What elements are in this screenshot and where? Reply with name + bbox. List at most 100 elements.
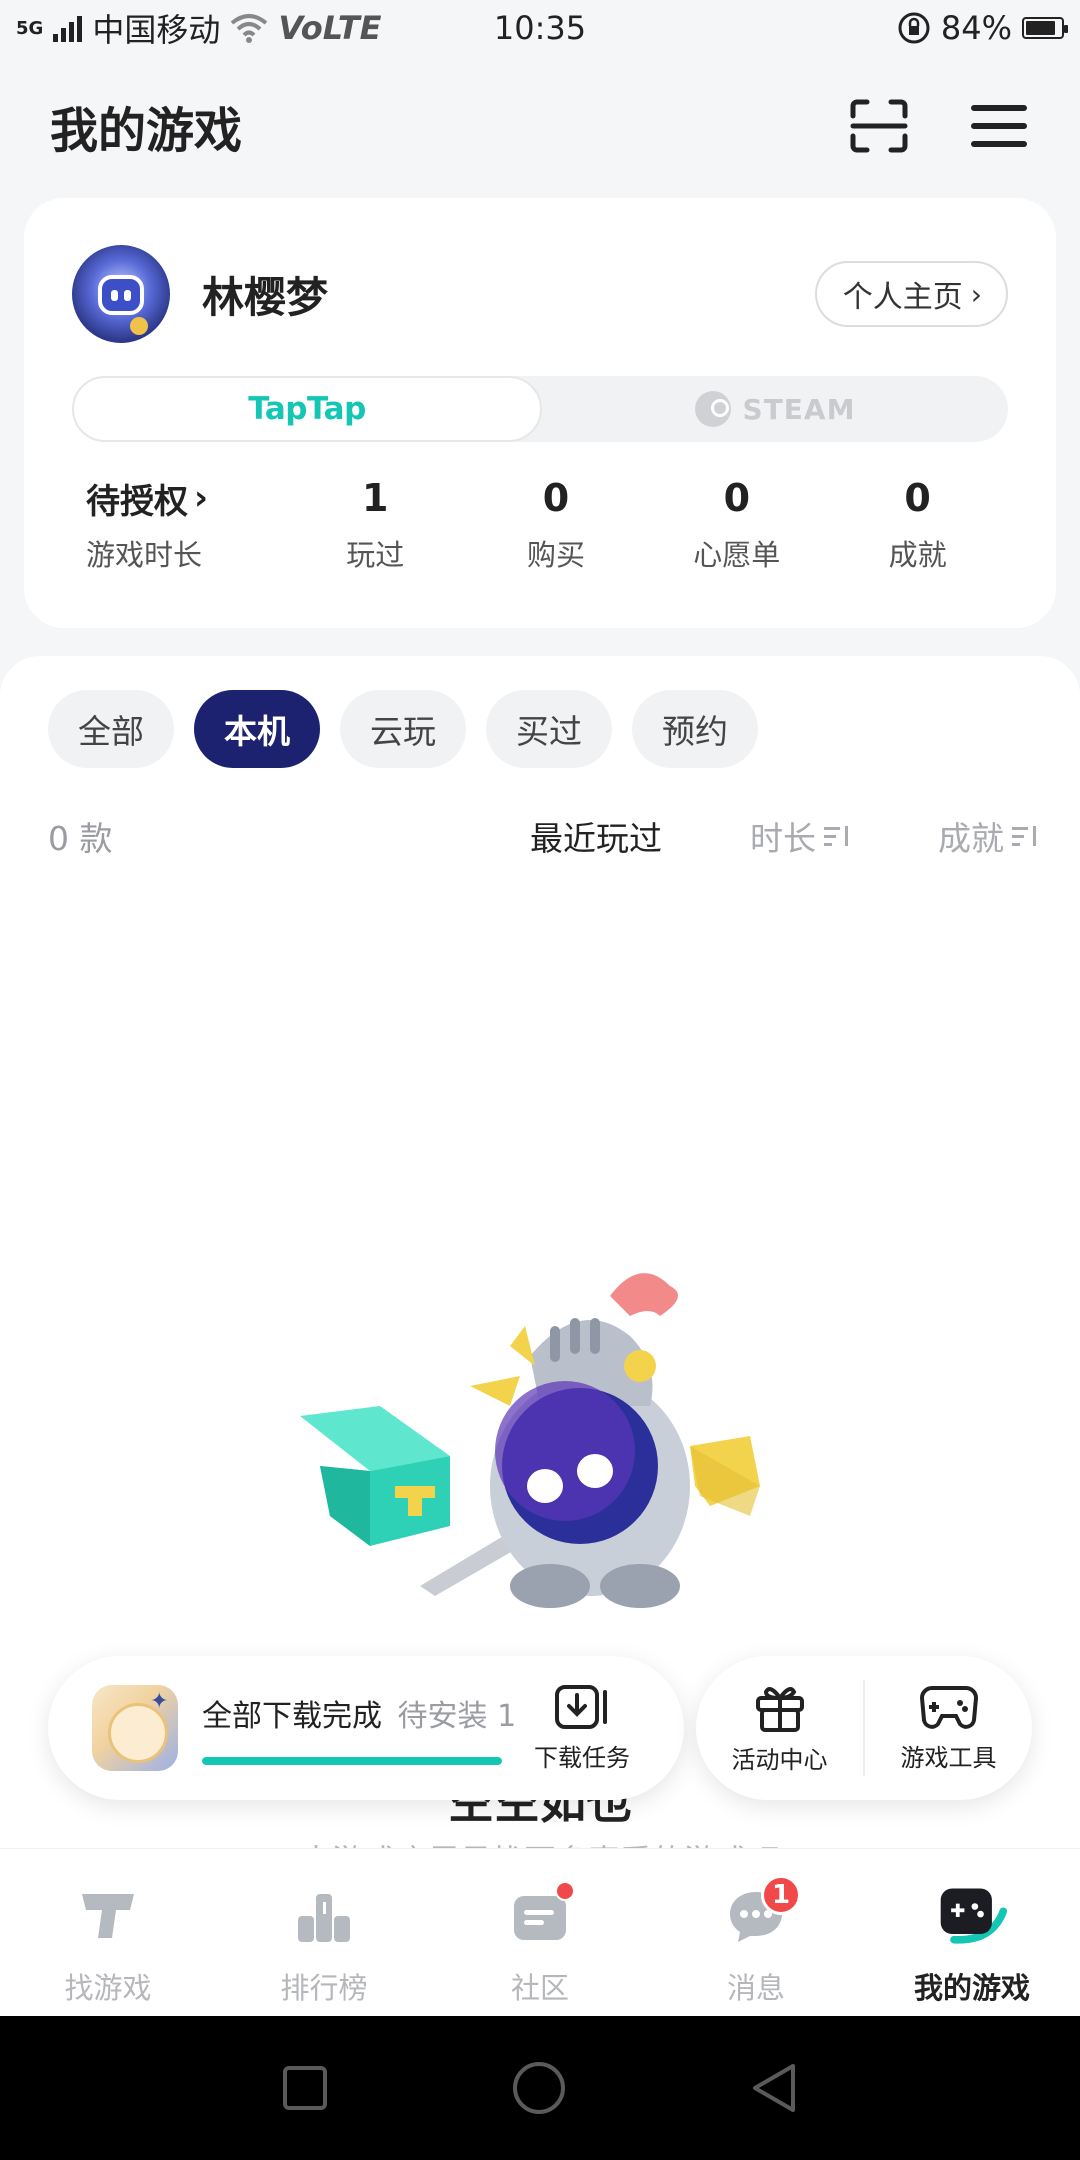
taptap-logo-text: TapTap [248, 391, 366, 427]
avatar-robot-face [98, 275, 144, 315]
download-task-icon [555, 1684, 607, 1729]
download-status-text: 全部下载完成 待安装 1 [202, 1691, 516, 1735]
stat-achievements[interactable]: 0 成就 [827, 472, 1008, 574]
nav-label: 排行榜 [280, 1971, 368, 2005]
tab-steam[interactable]: STEAM [542, 376, 1008, 442]
sort-icon [824, 826, 848, 846]
nav-label: 我的游戏 [913, 1971, 1030, 2005]
game-count: 0 款 [48, 819, 113, 858]
stat-playtime-value: 待授权 [86, 481, 188, 522]
steam-label: STEAM [742, 392, 856, 426]
downloaded-app-thumbnail [92, 1685, 178, 1771]
carrier-name: 中国移动 [92, 11, 221, 49]
stat-value: 0 [723, 476, 751, 520]
scan-button[interactable] [848, 95, 910, 157]
stat-label: 心愿单 [693, 538, 781, 572]
nav-my-games[interactable]: 我的游戏 [864, 1849, 1080, 2016]
download-tasks-button[interactable]: 下载任务 [534, 1684, 630, 1773]
download-status-bar[interactable]: 全部下载完成 待安装 1 下载任务 [48, 1656, 684, 1800]
sort-icon [1012, 826, 1036, 846]
battery-percent: 84% [940, 9, 1012, 47]
rotation-lock-icon [898, 12, 930, 44]
filter-tab-all[interactable]: 全部 [48, 690, 174, 768]
steam-icon [694, 391, 731, 427]
battery-level [1026, 21, 1055, 35]
avatar-decoration [130, 317, 148, 335]
homepage-button[interactable]: 个人主页 › [814, 261, 1008, 327]
sort-playtime[interactable]: 时长 [750, 812, 850, 860]
filter-tab-purchased[interactable]: 买过 [486, 690, 612, 768]
ranking-podium-icon [287, 1879, 361, 1953]
stat-purchased[interactable]: 0 购买 [466, 472, 647, 574]
scan-icon [850, 99, 908, 153]
battery-icon [1022, 17, 1068, 39]
filter-tab-reserved[interactable]: 预约 [632, 690, 758, 768]
nav-community[interactable]: 社区 [432, 1849, 648, 2016]
status-right: 84% [897, 9, 1068, 47]
header-actions [848, 95, 1030, 157]
sort-recent-label: 最近玩过 [530, 819, 662, 858]
sort-row: 0 款 最近玩过 时长 成就 [48, 806, 1038, 866]
nav-label: 找游戏 [64, 1971, 152, 2005]
system-nav-bar [0, 2016, 1080, 2160]
pending-install: 待安装 1 [397, 1699, 517, 1734]
platform-tabs: TapTap STEAM [72, 376, 1008, 442]
nav-find-games[interactable]: 找游戏 [0, 1849, 216, 2016]
chevron-right-icon: › [970, 277, 982, 311]
avatar[interactable] [72, 245, 170, 343]
nav-label: 社区 [510, 1971, 569, 2005]
status-time: 10:35 [493, 9, 587, 47]
sort-achievement-label: 成就 [938, 819, 1004, 858]
sort-options: 最近玩过 时长 成就 [530, 812, 1038, 860]
profile-card: 林樱梦 个人主页 › TapTap STEAM 待授权 › 游戏时长 1 玩过 … [24, 198, 1056, 628]
gamepad-icon [935, 1879, 1009, 1953]
stat-label: 玩过 [346, 538, 405, 572]
stat-playtime[interactable]: 待授权 › 游戏时长 [72, 472, 285, 574]
gamepad-outline-icon [919, 1685, 978, 1729]
tab-taptap[interactable]: TapTap [72, 376, 542, 442]
filter-tab-local[interactable]: 本机 [194, 690, 320, 768]
network-type: 5G [16, 17, 44, 39]
stat-wishlist[interactable]: 0 心愿单 [646, 472, 827, 574]
stats-row: 待授权 › 游戏时长 1 玩过 0 购买 0 心愿单 0 成就 [72, 472, 1008, 574]
stat-label: 成就 [888, 538, 947, 572]
download-tasks-label: 下载任务 [534, 1743, 630, 1772]
sort-recent[interactable]: 最近玩过 [530, 812, 662, 860]
menu-button[interactable] [968, 95, 1030, 157]
game-tools-label: 游戏工具 [900, 1743, 997, 1772]
game-tools-button[interactable]: 游戏工具 [865, 1684, 1032, 1773]
status-bar: 5G 中国移动 VoLTE 10:35 84% [0, 0, 1080, 56]
filter-tabs: 全部 本机 云玩 买过 预约 [48, 690, 758, 768]
stat-value: 0 [904, 476, 931, 520]
sort-playtime-label: 时长 [750, 819, 816, 858]
filter-tab-cloud[interactable]: 云玩 [340, 690, 466, 768]
recent-apps-icon[interactable] [281, 2064, 329, 2112]
notification-dot [555, 1881, 575, 1901]
tools-bar: 活动中心 游戏工具 [696, 1656, 1032, 1800]
download-progress-fill [202, 1757, 502, 1765]
community-card-icon [503, 1879, 577, 1953]
gift-icon [755, 1686, 804, 1732]
signal-icon [53, 14, 83, 42]
activity-center-button[interactable]: 活动中心 [696, 1682, 863, 1775]
home-icon[interactable] [511, 2060, 567, 2116]
unread-badge: 1 [761, 1875, 801, 1915]
download-info: 全部下载完成 待安装 1 [202, 1691, 516, 1765]
nav-rankings[interactable]: 排行榜 [216, 1849, 432, 2016]
stat-played[interactable]: 1 玩过 [285, 472, 466, 574]
activity-center-label: 活动中心 [731, 1745, 828, 1774]
chevron-right-icon: › [194, 478, 209, 518]
stat-value: 0 [542, 476, 570, 520]
hamburger-menu-icon [971, 105, 1027, 147]
bottom-nav: 找游戏 排行榜 社区 1 消息 我的游戏 [0, 1848, 1080, 2016]
empty-state-robot-knight-illustration [300, 1273, 760, 1608]
sort-achievement[interactable]: 成就 [938, 812, 1038, 860]
page-title: 我的游戏 [50, 103, 243, 159]
back-icon[interactable] [749, 2062, 799, 2114]
nav-messages[interactable]: 1 消息 [648, 1849, 864, 2016]
message-bubble-icon: 1 [719, 1875, 801, 1953]
volte-label: VoLTE [278, 9, 382, 47]
status-left: 5G 中国移动 VoLTE [16, 5, 382, 51]
stat-label: 购买 [527, 538, 586, 572]
download-progress-bar [202, 1757, 502, 1765]
